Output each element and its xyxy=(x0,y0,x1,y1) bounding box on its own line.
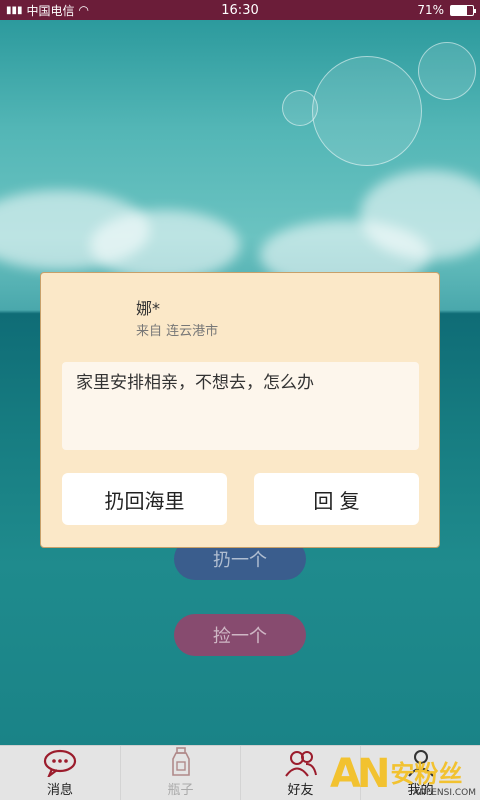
tab-messages[interactable]: 消息 xyxy=(0,746,120,800)
tab-bottles[interactable]: 瓶子 xyxy=(120,746,240,800)
tab-label-messages: 消息 xyxy=(46,783,73,798)
site-watermark: AN 安粉丝 ANFENSI.COM xyxy=(330,748,480,800)
tab-label-friends: 好友 xyxy=(287,783,314,798)
sender-location: 来自 连云港市 xyxy=(136,324,219,339)
message-content: 家里安排相亲，不想去，怎么办 xyxy=(62,362,419,450)
tab-label-bottles: 瓶子 xyxy=(167,783,194,798)
throw-back-button[interactable]: 扔回海里 xyxy=(62,473,227,525)
pick-bottle-button[interactable]: 捡一个 xyxy=(174,614,306,656)
battery-icon xyxy=(450,4,476,16)
watermark-sub: ANFENSI.COM xyxy=(413,788,476,798)
friends-icon xyxy=(284,751,317,777)
reply-button[interactable]: 回 复 xyxy=(254,473,419,525)
clock: 16:30 xyxy=(221,2,259,18)
battery-fill xyxy=(451,5,467,15)
status-bar: ▮▮▮ 中国电信 ◠ 16:30 71% xyxy=(0,0,480,20)
cloud-decoration xyxy=(90,210,240,280)
watermark-text: 安粉丝 xyxy=(390,760,463,788)
message-bubble-icon xyxy=(43,749,77,777)
bottle-icon xyxy=(171,747,190,776)
bubble-decoration xyxy=(418,42,476,100)
bottle-message-dialog: 娜* 来自 连云港市 家里安排相亲，不想去，怎么办 扔回海里 回 复 xyxy=(40,272,440,548)
bubble-decoration xyxy=(282,90,318,126)
sender-name: 娜* xyxy=(136,299,161,318)
watermark-logo: AN xyxy=(330,751,390,797)
bubble-decoration xyxy=(312,56,422,166)
